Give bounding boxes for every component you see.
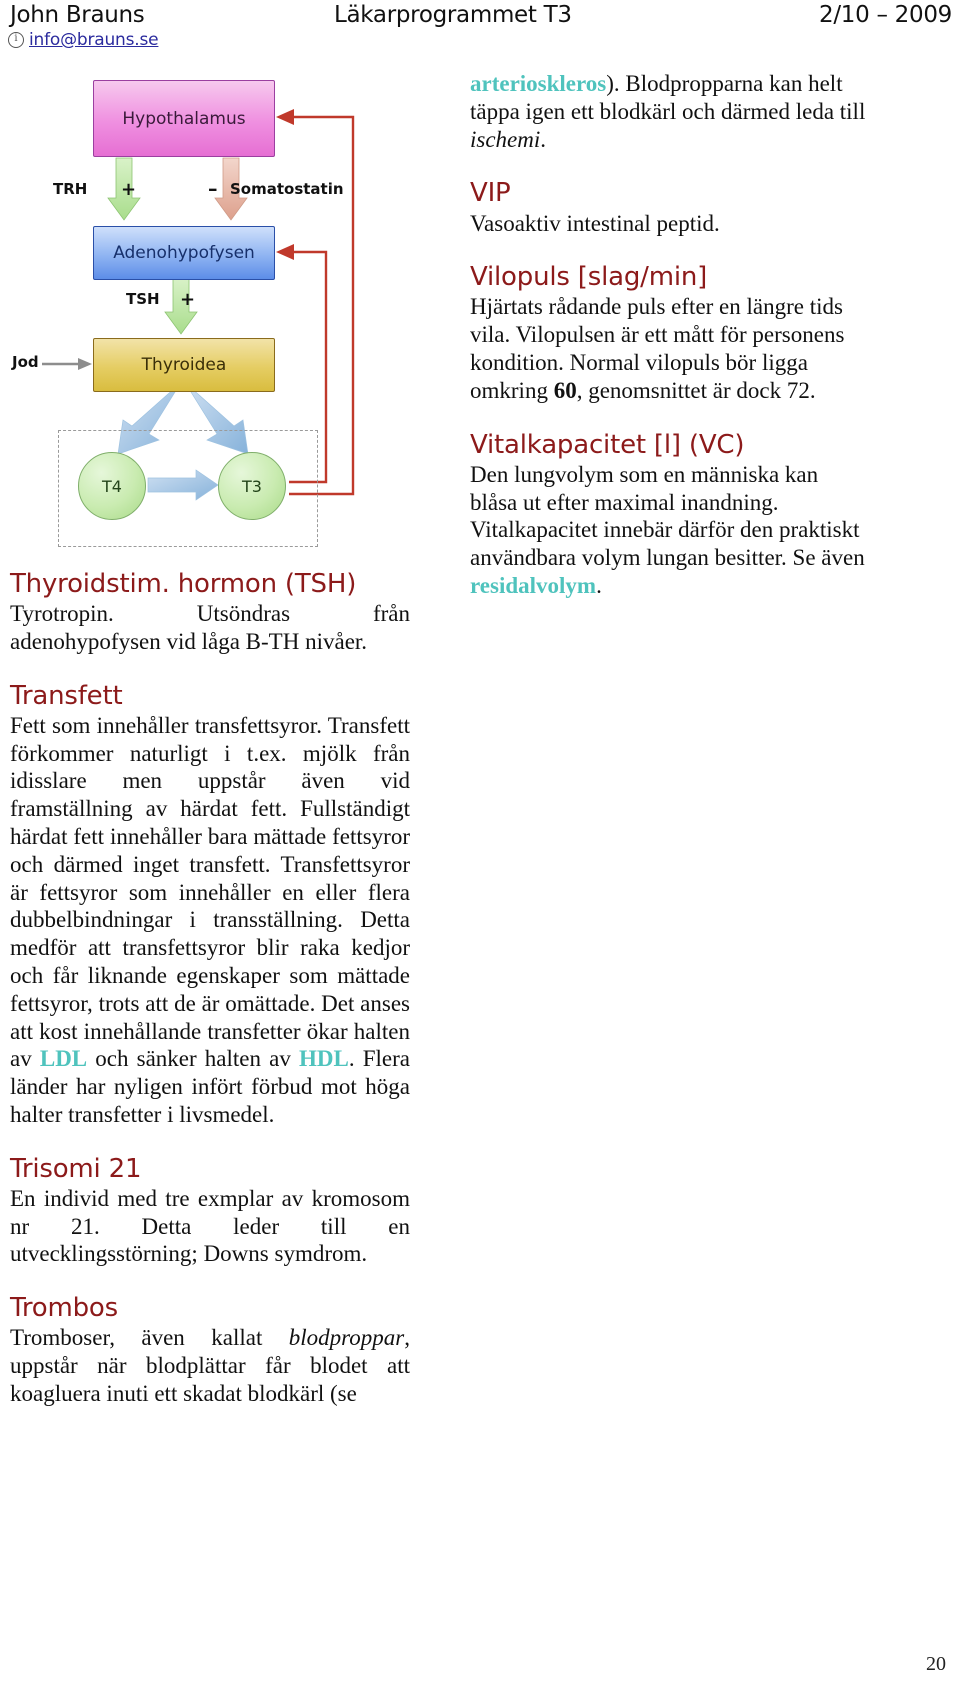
- glossary-entry-vip: VIP Vasoaktiv intestinal peptid.: [470, 179, 870, 237]
- diagram-node-hypothalamus: Hypothalamus: [93, 80, 275, 157]
- diagram-label-jod: Jod: [12, 353, 39, 371]
- diagram-node-thyroidea: Thyroidea: [93, 338, 275, 392]
- entry-body: Hjärtats rådande puls efter en längre ti…: [470, 293, 870, 404]
- right-column: arterioskleros). Blodpropparna kan helt …: [470, 70, 870, 600]
- continuation-paragraph: arterioskleros). Blodpropparna kan helt …: [470, 70, 870, 153]
- diagram-label-somatostatin: Somatostatin: [230, 180, 344, 198]
- entry-heading: Vilopuls [slag/min]: [470, 262, 708, 293]
- entry-heading: Thyroidstim. hormon (TSH): [10, 569, 357, 599]
- glossary-entry-trombos: Trombos Tromboser, även kallat blodpropp…: [10, 1294, 410, 1408]
- entry-heading: Trombos: [10, 1293, 118, 1324]
- diagram-label-tsh: TSH: [126, 290, 160, 308]
- glossary-term-link[interactable]: arterioskleros: [470, 71, 606, 96]
- entry-body: En individ med tre exmplar av kromosom n…: [10, 1185, 410, 1268]
- entry-heading: Vitalkapacitet [l] (VC): [470, 429, 745, 460]
- page-number: 20: [926, 1653, 946, 1675]
- diagram-node-adenohypofysen: Adenohypofysen: [93, 226, 275, 280]
- entry-body: Tromboser, även kallat blodproppar, upps…: [10, 1324, 410, 1407]
- thyroid-axis-diagram: Hypothalamus Adenohypofysen Thyroidea T4…: [8, 62, 408, 562]
- emphasis-value: 60: [553, 377, 577, 403]
- entry-body: Tyrotropin. Utsöndras från adenohypofyse…: [10, 600, 410, 656]
- diagram-node-t3: T3: [218, 452, 286, 520]
- page-header: John Brauns Läkarprogrammet T3 2/10 – 20…: [0, 0, 960, 58]
- text-run: och sänker halten av: [87, 1046, 299, 1072]
- text-run: En individ med tre exmplar av kromosom n…: [10, 1185, 410, 1267]
- glossary-entry-tsh: Thyroidstim. hormon (TSH) Tyrotropin. Ut…: [10, 569, 410, 656]
- diagram-label-trh: TRH: [53, 180, 88, 198]
- text-run: Fett som innehåller transfettsyror. Tran…: [10, 712, 410, 1072]
- entry-heading: VIP: [470, 178, 511, 209]
- text-run: Vasoaktiv intestinal peptid.: [470, 210, 720, 236]
- entry-body: Vasoaktiv intestinal peptid.: [470, 210, 870, 238]
- glossary-term-link[interactable]: HDL: [299, 1046, 349, 1071]
- header-author: John Brauns: [10, 2, 145, 28]
- diagram-label-minus-somatostatin: –: [208, 178, 218, 200]
- glossary-entry-trisomi21: Trisomi 21 En individ med tre exmplar av…: [10, 1153, 410, 1269]
- diagram-node-t4: T4: [78, 452, 146, 520]
- diagram-label-plus-tsh: +: [180, 289, 196, 310]
- glossary-term-link[interactable]: LDL: [40, 1046, 87, 1071]
- header-course: Läkarprogrammet T3: [334, 2, 572, 28]
- text-run: Tyrotropin. Utsöndras från adenohypofyse…: [10, 601, 410, 654]
- email-link[interactable]: info@brauns.se: [29, 30, 159, 50]
- header-date: 2/10 – 2009: [818, 2, 952, 28]
- left-column: Thyroidstim. hormon (TSH) Tyrotropin. Ut…: [10, 569, 410, 1408]
- diagram-label-plus-trh: +: [121, 179, 137, 200]
- glossary-entry-vitalkapacitet: Vitalkapacitet [l] (VC) Den lungvolym so…: [470, 429, 870, 600]
- entry-heading: Transfett: [10, 680, 123, 711]
- glossary-entry-vilopuls: Vilopuls [slag/min] Hjärtats rådande pul…: [470, 263, 870, 404]
- text-run: Den lungvolym som en människa kan blåsa …: [470, 461, 865, 571]
- entry-heading: Trisomi 21: [10, 1153, 142, 1184]
- text-run: .: [596, 572, 602, 598]
- header-email-row: i info@brauns.se: [8, 30, 159, 50]
- glossary-entry-transfett: Transfett Fett som innehåller transfetts…: [10, 680, 410, 1129]
- info-circle-icon: i: [8, 32, 24, 48]
- emphasis-text: ischemi: [470, 126, 541, 152]
- text-run: Tromboser, även kallat: [10, 1325, 289, 1351]
- text-run: .: [540, 126, 547, 152]
- emphasis-text: blodproppar: [288, 1325, 405, 1351]
- entry-body: Den lungvolym som en människa kan blåsa …: [470, 461, 870, 600]
- text-run: , genomsnittet är dock 72.: [576, 377, 816, 403]
- document-page: John Brauns Läkarprogrammet T3 2/10 – 20…: [0, 0, 960, 1690]
- glossary-term-link[interactable]: residalvolym: [470, 573, 596, 598]
- entry-body: Fett som innehåller transfettsyror. Tran…: [10, 712, 410, 1129]
